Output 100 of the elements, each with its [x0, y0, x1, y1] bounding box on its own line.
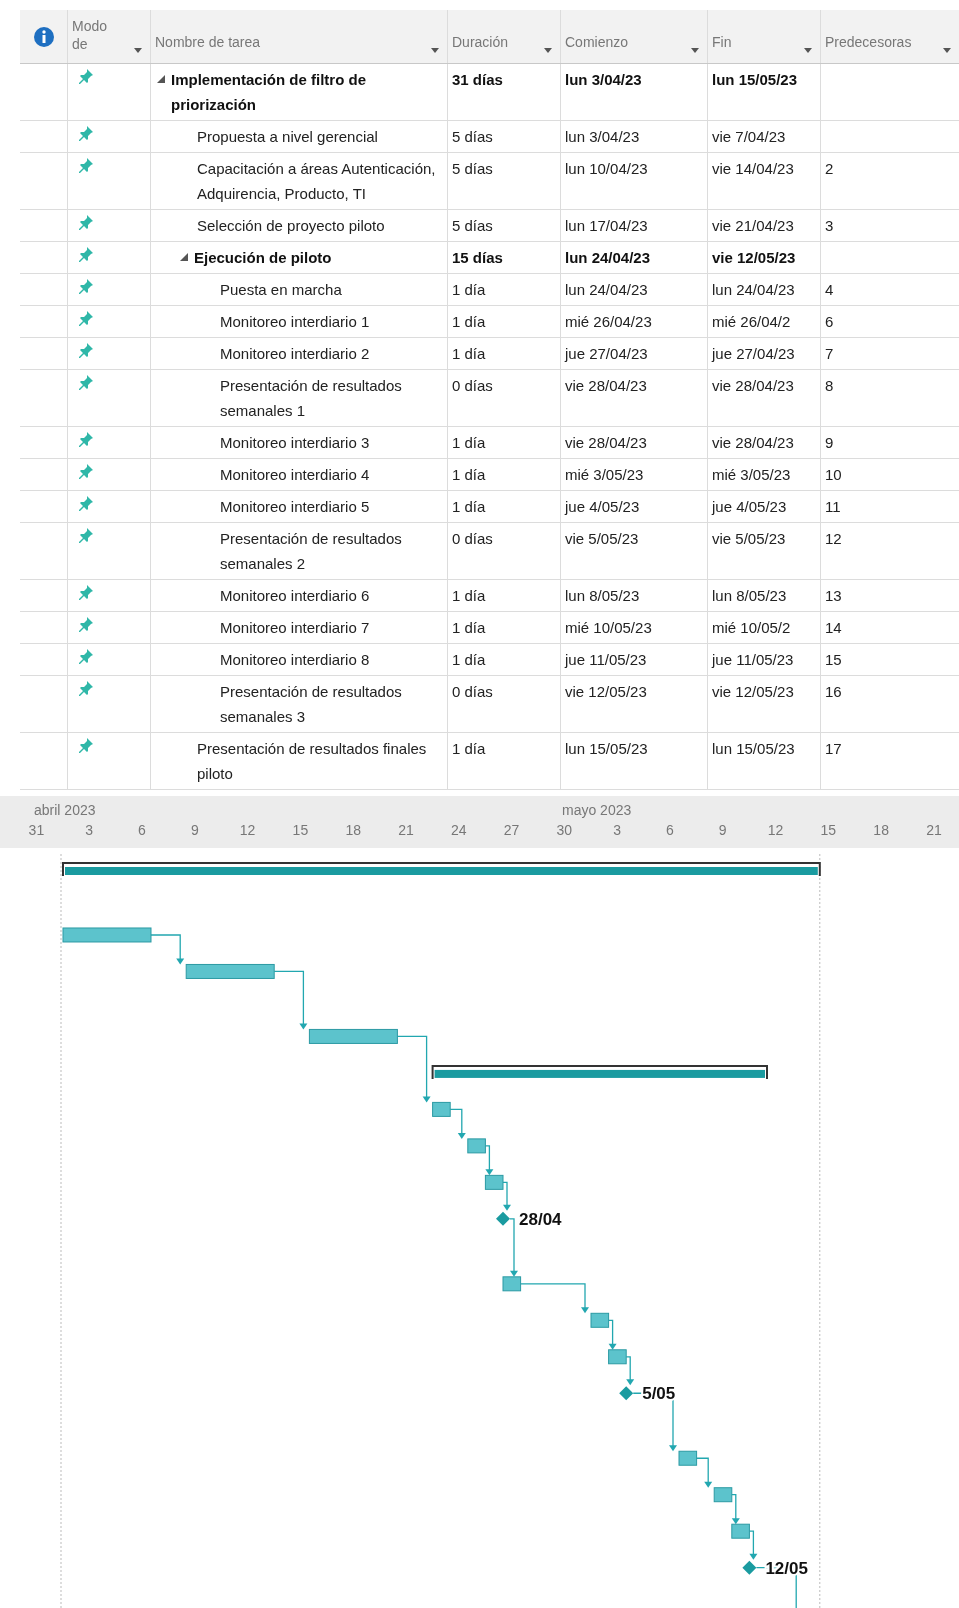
start-date: mié 26/04/23 — [565, 313, 652, 330]
dependency-arrow — [731, 1494, 740, 1525]
day-tick: 12 — [238, 821, 257, 840]
day-tick: 6 — [665, 821, 675, 840]
task-name: Puesta en marcha — [220, 280, 342, 300]
finish-date: jue 4/05/23 — [712, 498, 787, 515]
pin-icon — [78, 214, 94, 231]
month-label: mayo 2023 — [562, 801, 632, 820]
duration-text: 1 día — [452, 587, 486, 604]
column-header[interactable]: Fin — [712, 32, 732, 53]
duration-text: 0 días — [452, 683, 493, 700]
day-tick: 27 — [502, 821, 521, 840]
dependency-arrow — [509, 1218, 518, 1277]
dropdown-caret-icon[interactable] — [431, 48, 439, 53]
dropdown-caret-icon[interactable] — [943, 48, 951, 53]
dependency-arrow — [273, 970, 308, 1030]
collapse-triangle-icon[interactable] — [180, 253, 188, 261]
task-name: Monitoreo interdiario 4 — [220, 465, 370, 485]
column-header[interactable]: Nombre de tarea — [155, 32, 261, 53]
finish-date: jue 27/04/23 — [712, 345, 795, 362]
duration-text: 15 días — [452, 249, 503, 266]
finish-date: mié 10/05/2 — [712, 619, 791, 636]
column-header[interactable]: Comienzo — [565, 32, 629, 53]
task-name: Monitoreo interdiario 8 — [220, 650, 370, 670]
month-label: abril 2023 — [34, 801, 96, 820]
task-bar — [484, 1174, 504, 1190]
start-date: jue 4/05/23 — [565, 498, 640, 515]
task-bar — [678, 1450, 698, 1466]
task-name: Presentación de resultados semanales 3 — [220, 682, 403, 727]
duration-text: 0 días — [452, 530, 493, 547]
column-header[interactable]: Duración — [452, 32, 509, 53]
start-date: lun 24/04/23 — [565, 281, 648, 298]
dropdown-caret-icon[interactable] — [691, 48, 699, 53]
finish-date: vie 28/04/23 — [712, 377, 794, 394]
duration-text: 1 día — [452, 466, 486, 483]
duration-text: 31 días — [452, 71, 503, 88]
column-header[interactable]: Predecesoras — [825, 32, 912, 53]
start-date: jue 27/04/23 — [565, 345, 648, 362]
task-name: Monitoreo interdiario 1 — [220, 312, 370, 332]
pin-icon — [78, 310, 94, 327]
collapse-triangle-icon[interactable] — [157, 75, 165, 83]
finish-date: vie 5/05/23 — [712, 530, 786, 547]
start-date: jue 11/05/23 — [565, 651, 647, 668]
start-date: vie 12/05/23 — [565, 683, 647, 700]
task-name: Monitoreo interdiario 7 — [220, 618, 370, 638]
finish-date: vie 12/05/23 — [712, 249, 796, 266]
start-date: lun 8/05/23 — [565, 587, 640, 604]
day-tick: 12 — [766, 821, 785, 840]
duration-text: 5 días — [452, 160, 493, 177]
column-header[interactable]: Modo de — [72, 17, 114, 53]
start-date: mié 3/05/23 — [565, 466, 644, 483]
start-date: lun 3/04/23 — [565, 71, 642, 88]
duration-text: 1 día — [452, 345, 486, 362]
finish-date: lun 24/04/23 — [712, 281, 795, 298]
predecessor-number: 12 — [825, 530, 842, 547]
day-tick: 30 — [555, 821, 574, 840]
finish-date: mié 3/05/23 — [712, 466, 791, 483]
start-date: vie 28/04/23 — [565, 377, 647, 394]
info-icon — [33, 26, 54, 47]
dependency-arrow — [502, 1181, 511, 1211]
dependency-arrow — [449, 1108, 466, 1139]
start-date: lun 3/04/23 — [565, 128, 640, 145]
day-tick: 18 — [872, 821, 890, 840]
dropdown-caret-icon[interactable] — [134, 48, 142, 53]
start-date: lun 15/05/23 — [565, 740, 648, 757]
dropdown-caret-icon[interactable] — [804, 48, 812, 53]
duration-text: 1 día — [452, 313, 486, 330]
task-bar — [713, 1487, 733, 1503]
task-bar — [502, 1276, 522, 1292]
day-tick: 21 — [925, 821, 943, 840]
task-name: Propuesta a nivel gerencial — [197, 127, 378, 147]
task-name: Monitoreo interdiario 2 — [220, 344, 370, 364]
day-tick: 15 — [291, 821, 310, 840]
dependency-arrow — [607, 1319, 617, 1350]
predecessor-number: 3 — [825, 217, 834, 234]
duration-text: 1 día — [452, 740, 486, 757]
dropdown-caret-icon[interactable] — [544, 48, 552, 53]
finish-date: lun 15/05/23 — [712, 71, 798, 88]
predecessor-number: 7 — [825, 345, 834, 362]
finish-date: vie 14/04/23 — [712, 160, 794, 177]
predecessor-number: 15 — [825, 651, 842, 668]
dependency-arrow — [484, 1145, 494, 1176]
pin-icon — [78, 737, 94, 754]
duration-text: 5 días — [452, 217, 493, 234]
day-tick: 15 — [819, 821, 838, 840]
predecessor-number: 13 — [825, 587, 842, 604]
milestone-diamond — [619, 1386, 634, 1401]
pin-icon — [78, 157, 94, 174]
finish-date: lun 15/05/23 — [712, 740, 795, 757]
duration-text: 5 días — [452, 128, 493, 145]
finish-date: vie 12/05/23 — [712, 683, 794, 700]
predecessor-number: 16 — [825, 683, 842, 700]
predecessor-number: 9 — [825, 434, 834, 451]
pin-icon — [78, 431, 94, 448]
task-bar — [731, 1523, 750, 1539]
finish-date: vie 21/04/23 — [712, 217, 794, 234]
finish-date: vie 7/04/23 — [712, 128, 786, 145]
predecessor-number: 8 — [825, 377, 834, 394]
finish-date: vie 28/04/23 — [712, 434, 794, 451]
pin-icon — [78, 68, 94, 85]
